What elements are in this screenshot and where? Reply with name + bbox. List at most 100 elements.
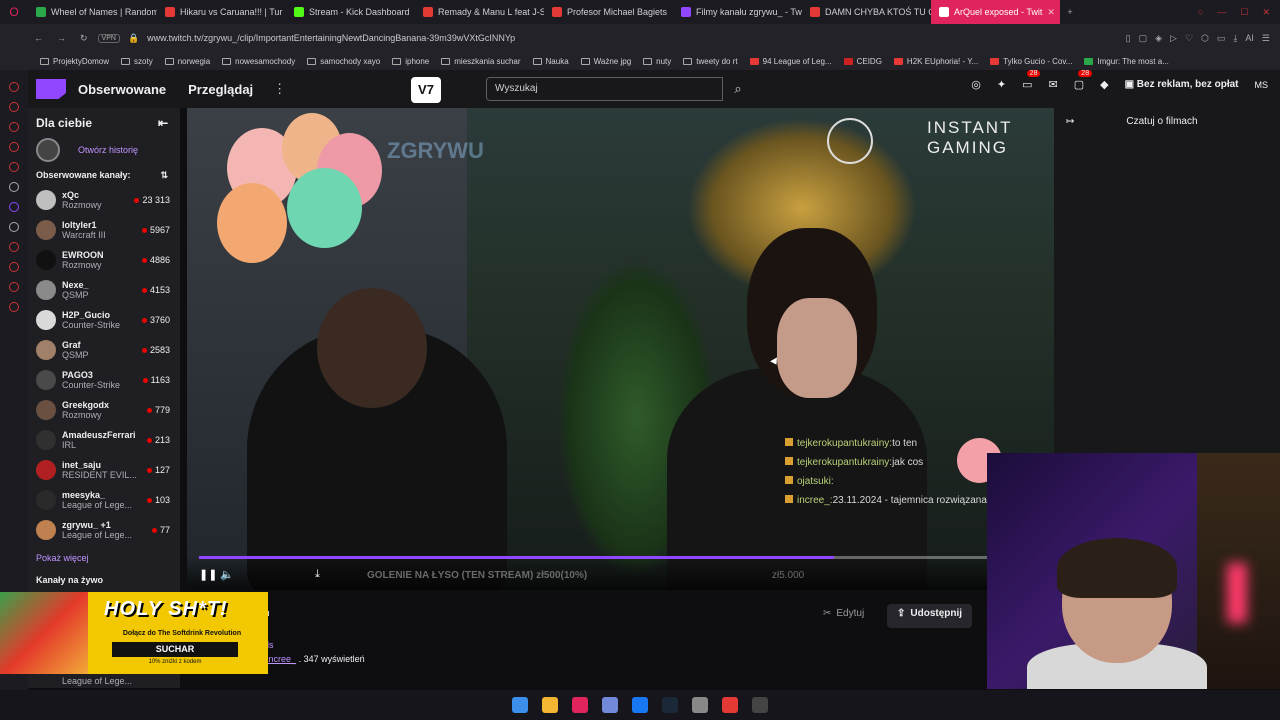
show-more-link[interactable]: Pokaż więcej [28, 545, 180, 563]
opera-sidebar-icon[interactable] [9, 82, 19, 92]
wallet-icon[interactable]: ▭ [1217, 33, 1226, 44]
adfree-button[interactable]: ▣ Bez reklam, bez opłat [1125, 79, 1239, 90]
bookmark-icon[interactable]: ▯ [1126, 33, 1131, 44]
bookmark-folder[interactable]: mieszkania suchar [435, 57, 526, 66]
bookmark-folder[interactable]: tweety do rt [677, 57, 743, 66]
sidebar-channel[interactable]: Greekgodx Rozmowy 779 [28, 395, 180, 425]
reload-icon[interactable]: ↻ [80, 33, 88, 44]
opera-sidebar-icon[interactable] [9, 262, 19, 272]
pause-icon[interactable]: ❚❚ [199, 568, 217, 581]
x-icon[interactable] [9, 222, 19, 232]
bookmark-link[interactable]: 94 League of Leg... [744, 57, 838, 66]
bookmark-folder[interactable]: iphone [386, 57, 435, 66]
user-avatar[interactable]: MS [1255, 80, 1269, 90]
taskbar-app-icon[interactable] [602, 697, 618, 713]
taskbar-app-icon[interactable] [692, 697, 708, 713]
taskbar-app-icon[interactable] [722, 697, 738, 713]
sidebar-channel[interactable]: H2P_Gucio Counter-Strike 3760 [28, 305, 180, 335]
extension-icon[interactable]: ✦ [997, 78, 1006, 91]
taskbar-app-icon[interactable] [632, 697, 648, 713]
video-player[interactable]: ZGRYWU INSTANT GAMING tejkerokupantukrai… [187, 108, 1054, 590]
collapse-sidebar-icon[interactable]: ⇤ [158, 116, 168, 130]
volume-icon[interactable]: 🔈 [220, 568, 234, 581]
sidebar-channel[interactable]: PAGO3 Counter-Strike 1163 [28, 365, 180, 395]
bits-icon[interactable]: ◆ [1100, 78, 1108, 91]
heart-icon[interactable]: ♡ [1185, 33, 1193, 44]
forward-icon[interactable]: → [57, 33, 66, 44]
bookmark-link[interactable]: Tylko Gucio - Cov... [984, 57, 1078, 66]
history-link[interactable]: Otwórz historię [78, 145, 138, 155]
back-icon[interactable]: ← [34, 33, 43, 44]
opera-sidebar-icon[interactable] [9, 142, 19, 152]
url-field[interactable]: www.twitch.tv/zgrywu_/clip/ImportantEnte… [147, 33, 515, 43]
opera-sidebar-icon[interactable] [9, 162, 19, 172]
settings-icon[interactable] [9, 302, 19, 312]
sidebar-channel[interactable]: Graf QSMP 2583 [28, 335, 180, 365]
download-icon[interactable]: ⤓ [1233, 33, 1237, 44]
extensions-icon[interactable]: ⬡ [1201, 33, 1209, 44]
ai-search-icon[interactable]: ◎ [971, 78, 981, 91]
bookmark-link[interactable]: H2K EUphoria! - Y... [888, 57, 984, 66]
bookmark-folder[interactable]: nowesamochody [216, 57, 301, 66]
clip-author-link[interactable]: incree_ [267, 654, 297, 664]
browser-tab[interactable]: Filmy kanału zgrywu_ - Tw [673, 0, 802, 24]
close-tab-icon[interactable]: ✕ [1047, 7, 1055, 18]
play-icon[interactable]: ▷ [1170, 33, 1177, 44]
menu-icon[interactable]: ☰ [1262, 33, 1270, 44]
taskbar-app-icon[interactable] [662, 697, 678, 713]
taskbar-app-icon[interactable] [572, 697, 588, 713]
share-button[interactable]: ⇪ Udostępnij [887, 604, 973, 628]
bookmark-folder[interactable]: norwegia [159, 57, 216, 66]
bookmark-folder[interactable]: nuty [637, 57, 677, 66]
sort-icon[interactable]: ⇅ [160, 170, 168, 181]
ai-label[interactable]: AI [1245, 33, 1254, 44]
nav-following[interactable]: Obserwowane [78, 82, 166, 97]
browser-tab[interactable]: Remady & Manu L feat J-S [415, 0, 544, 24]
opera-sidebar-icon[interactable] [9, 102, 19, 112]
bookmark-folder[interactable]: samochody xayo [301, 57, 386, 66]
browser-tab-active[interactable]: ArQuel exposed - Twit ✕ [931, 0, 1060, 24]
close-window-icon[interactable]: ✕ [1262, 7, 1270, 18]
new-tab-button[interactable]: + [1060, 7, 1080, 17]
browser-tab[interactable]: Hikaru vs Caruana!!! | Tur [157, 0, 286, 24]
sidebar-channel[interactable]: inet_saju RESIDENT EVIL... 127 [28, 455, 180, 485]
browser-tab[interactable]: Stream - Kick Dashboard [286, 0, 415, 24]
opera-logo-icon[interactable]: O [0, 5, 28, 19]
browser-tab[interactable]: Profesor Michael Bagiets [544, 0, 673, 24]
sidebar-channel[interactable]: Nexe_ QSMP 4153 [28, 275, 180, 305]
bookmark-folder[interactable]: ProjektyDomow [34, 57, 115, 66]
browser-tab[interactable]: Wheel of Names | Random [28, 0, 157, 24]
more-icon[interactable]: ⋮ [273, 81, 286, 97]
chatgpt-icon[interactable] [9, 182, 19, 192]
bookmark-link[interactable]: Imgur: The most a... [1078, 57, 1174, 66]
maximize-icon[interactable]: ☐ [1240, 7, 1248, 18]
sidebar-channel[interactable]: xQc Rozmowy 23 313 [28, 185, 180, 215]
search-icon[interactable]: ⌕ [725, 77, 751, 101]
screenshot-icon[interactable]: ▢ [1139, 33, 1148, 44]
sidebar-channel[interactable]: zgrywu_ +1 League of Lege... 77 [28, 515, 180, 545]
bookmark-folder[interactable]: Ważne jpg [575, 57, 638, 66]
expand-chat-icon[interactable]: ↦ [1066, 116, 1074, 127]
extension-v7-button[interactable]: V7 [411, 77, 441, 103]
nav-browse[interactable]: Przeglądaj [188, 82, 253, 97]
bookmark-folder[interactable]: szoty [115, 57, 159, 66]
notifications-icon[interactable]: ▢ 28 [1074, 70, 1093, 91]
ad-code-button[interactable]: SUCHAR [112, 642, 238, 657]
edit-button[interactable]: ✂ Edytuj [823, 608, 864, 619]
inbox-icon[interactable]: ▭ 28 [1022, 70, 1041, 91]
shield-icon[interactable]: ◈ [1155, 33, 1162, 44]
taskbar-app-icon[interactable] [512, 697, 528, 713]
search-input[interactable]: Wyszukaj [486, 77, 723, 101]
taskbar-app-icon[interactable] [752, 697, 768, 713]
opera-sidebar-icon[interactable] [9, 242, 19, 252]
minimize-icon[interactable]: — [1217, 7, 1226, 18]
bookmark-folder[interactable]: Nauka [527, 57, 575, 66]
twitch-sidebar-icon[interactable] [9, 202, 19, 212]
whispers-icon[interactable]: ✉ [1048, 78, 1057, 91]
sidebar-channel[interactable]: meesyka_ League of Lege... 103 [28, 485, 180, 515]
ad-banner[interactable]: HOLY SH*T! Dołącz do The Softdrink Revol… [0, 592, 268, 674]
sidebar-channel[interactable]: AmadeuszFerrari IRL 213 [28, 425, 180, 455]
sidebar-channel[interactable]: loltyler1 Warcraft III 5967 [28, 215, 180, 245]
search-tabs-icon[interactable]: ○ [1198, 7, 1203, 18]
progress-fill[interactable] [199, 556, 835, 559]
